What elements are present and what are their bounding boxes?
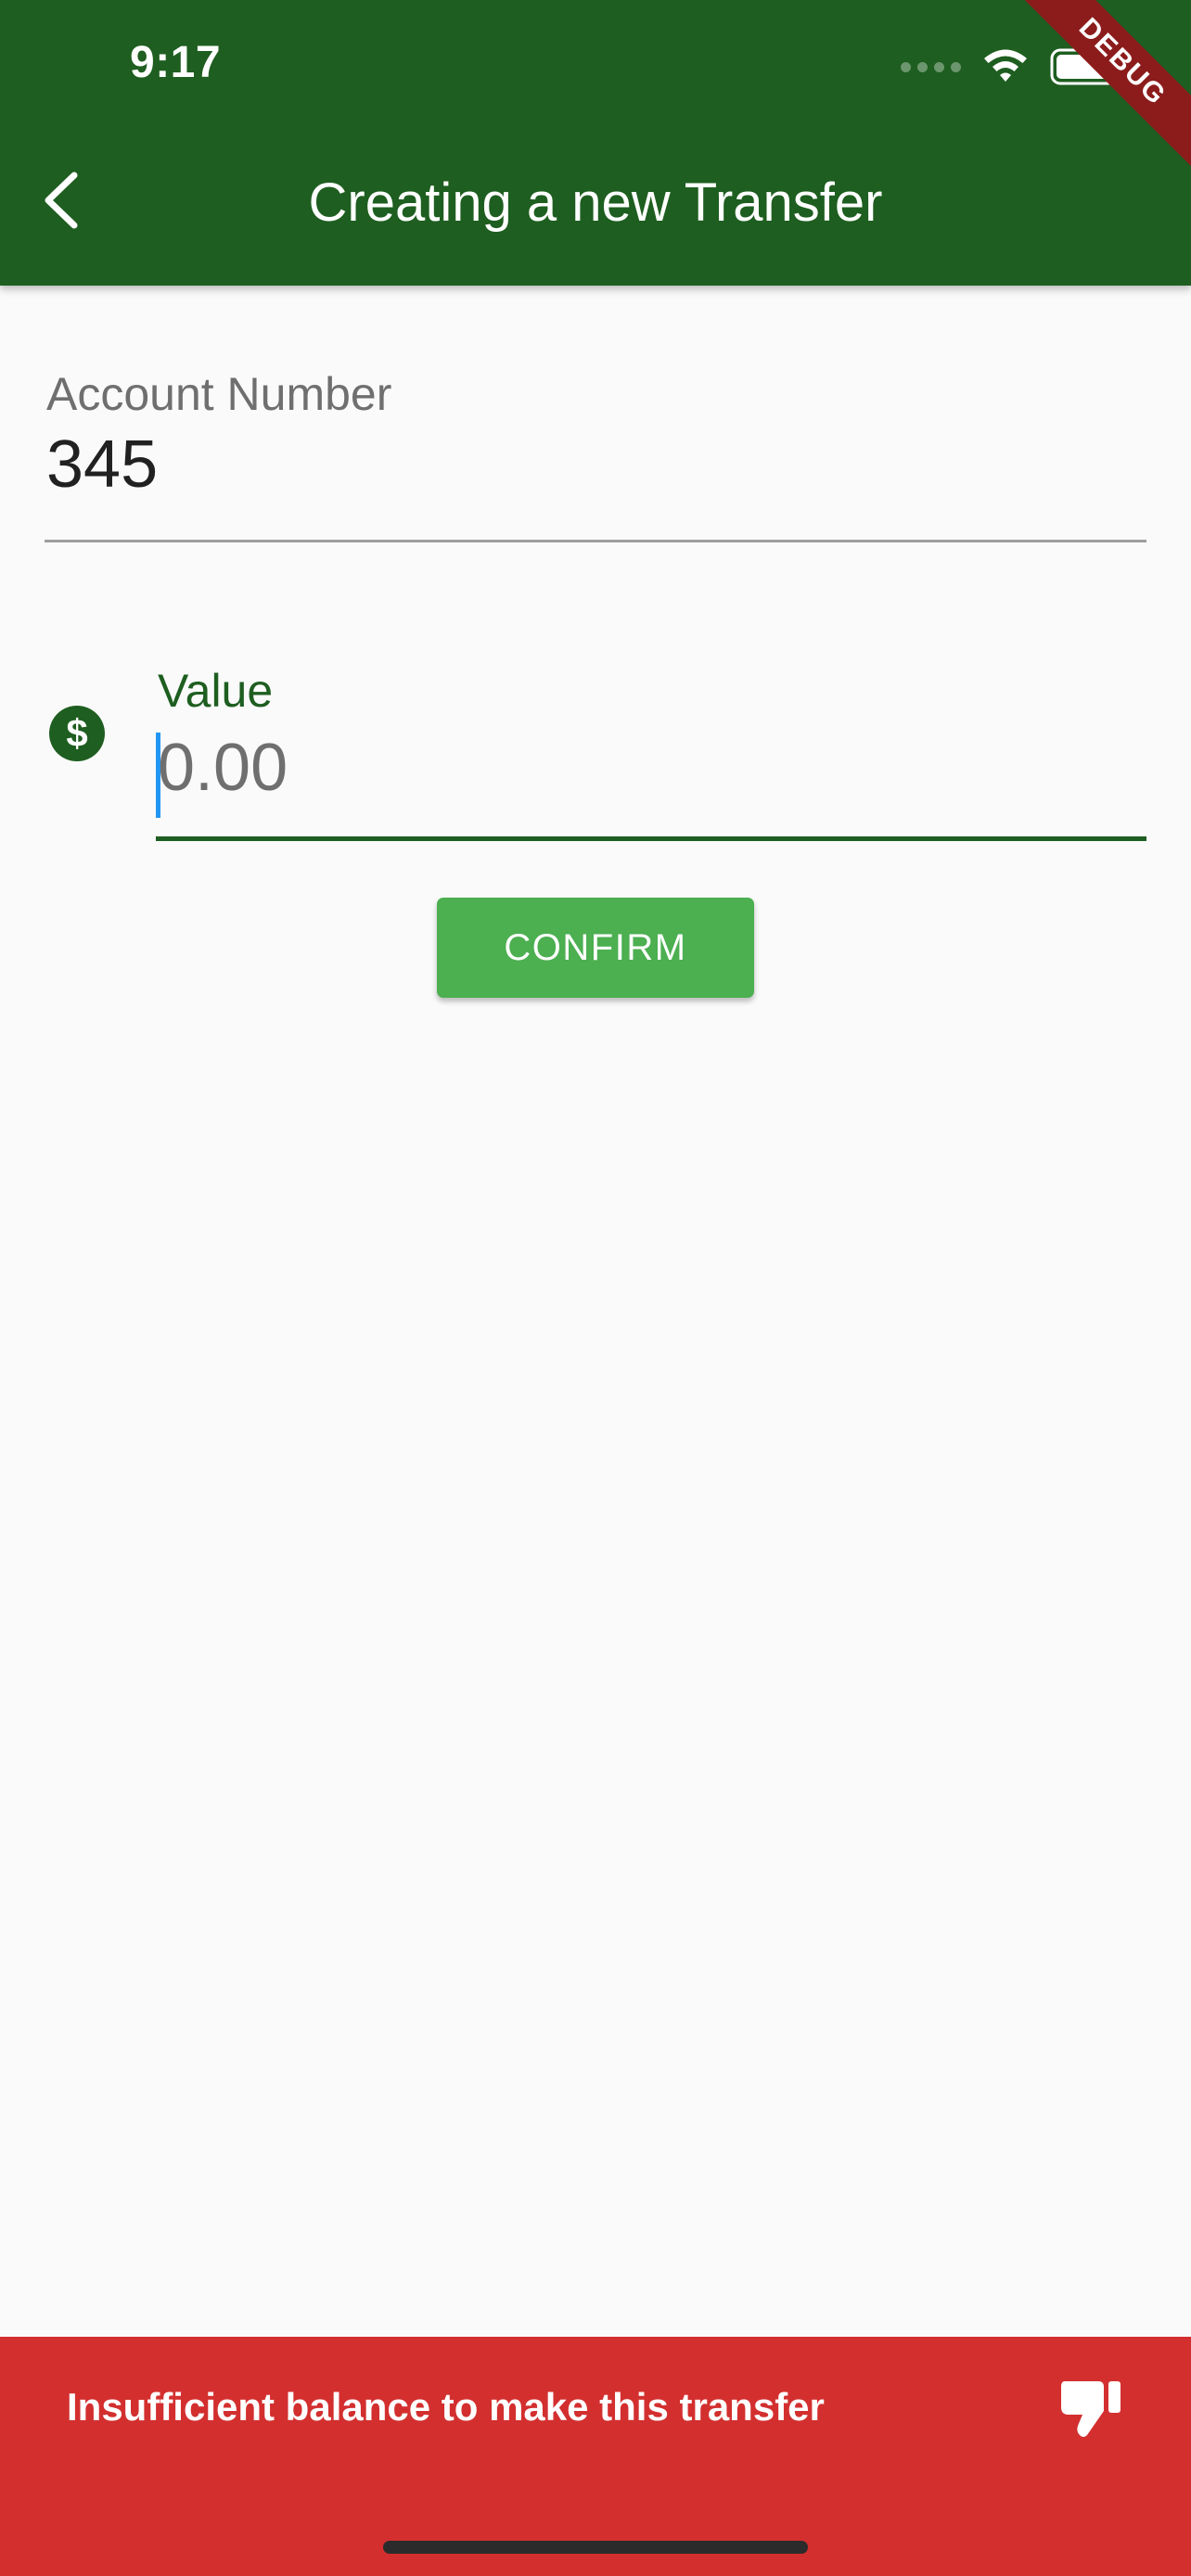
page-title: Creating a new Transfer [308, 172, 883, 233]
account-number-field[interactable]: Account Number 345 [45, 362, 1146, 542]
value-label: Value [158, 665, 274, 717]
transfer-form-screen: 9:17 Creating a new Transfer DEBUG Accou… [0, 0, 1191, 2576]
value-field[interactable]: Value [156, 658, 1146, 841]
snackbar-message: Insufficient balance to make this transf… [67, 2385, 825, 2429]
dollar-circle-icon: $ [49, 706, 105, 761]
wifi-icon [984, 49, 1027, 82]
text-cursor [156, 733, 160, 818]
svg-text:$: $ [66, 711, 87, 755]
account-number-label: Account Number [46, 368, 392, 420]
app-bar: 9:17 Creating a new Transfer [0, 0, 1191, 286]
status-time: 9:17 [130, 38, 222, 87]
account-number-value[interactable]: 345 [46, 427, 158, 503]
home-indicator [383, 2541, 808, 2554]
thumb-down-icon [1061, 2381, 1121, 2437]
confirm-button[interactable]: CONFIRM [437, 898, 754, 998]
cellular-signal-icon [901, 61, 961, 72]
value-input[interactable] [156, 723, 1141, 812]
